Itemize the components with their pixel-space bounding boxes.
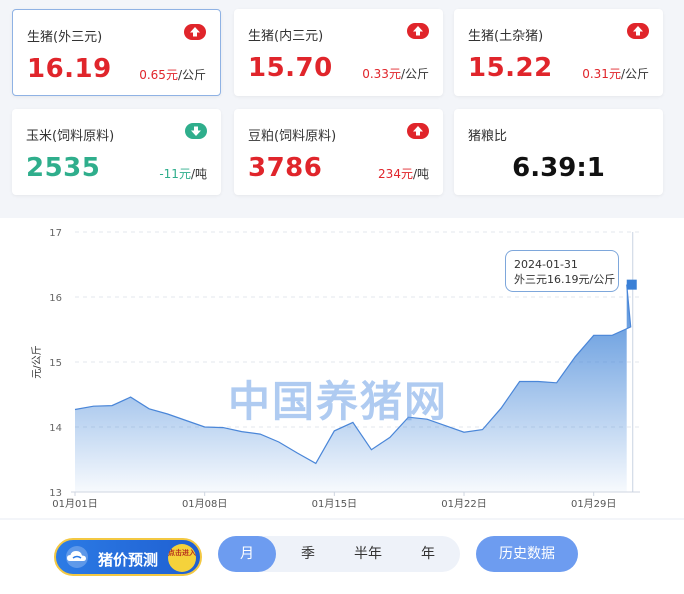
y-tick-label: 15 [49,358,62,369]
y-tick-label: 16 [49,293,62,304]
period-month[interactable]: 月 [218,536,276,572]
tooltip-value: 外三元16.19元/公斤 [514,273,616,286]
price-card-inner-three[interactable]: 生猪(内三元) 15.70 0.33元/公斤 [234,9,443,96]
period-year[interactable]: 年 [400,536,456,572]
up-arrow-icon [184,24,206,40]
card-unit: /公斤 [400,67,429,81]
y-tick-label: 13 [49,488,62,499]
x-tick-label: 01月15日 [312,498,357,510]
card-value: 16.19 [27,54,112,84]
card-name: 生猪(外三元) [27,30,103,45]
y-axis-label: 元/公斤 [31,345,43,378]
card-value: 15.70 [248,53,333,83]
tooltip-date: 2024-01-31 [514,258,578,271]
card-name: 生猪(内三元) [248,29,324,44]
period-selector: 月 季 半年 年 [218,536,460,572]
cloud-icon [62,545,92,573]
card-name: 玉米(饲料原料) [26,129,115,144]
card-name: 豆粕(饲料原料) [248,129,337,144]
chart-tooltip: 2024-01-31 外三元16.19元/公斤 [505,250,619,292]
card-name: 猪粮比 [468,129,508,144]
card-change: 234元 [378,167,413,181]
price-card-outer-three[interactable]: 生猪(外三元) 16.19 0.65元/公斤 [12,9,221,96]
x-tick-label: 01月08日 [182,498,227,510]
card-unit: /吨 [190,167,207,181]
down-arrow-icon [185,123,207,139]
card-value: 2535 [26,153,101,183]
x-tick-label: 01月29日 [571,498,616,510]
period-half-year[interactable]: 半年 [340,536,396,572]
card-change: 0.33元 [362,67,401,81]
up-arrow-icon [627,23,649,39]
period-quarter[interactable]: 季 [280,536,336,572]
up-arrow-icon [407,123,429,139]
card-value: 15.22 [468,53,553,83]
card-name: 生猪(土杂猪) [468,29,544,44]
card-unit: /公斤 [177,68,206,82]
promo-badge: 点击进入 [168,544,196,572]
card-change: -11元 [159,167,191,181]
highlight-point [626,279,637,290]
y-tick-label: 17 [49,228,62,239]
y-tick-label: 14 [49,423,62,434]
promo-label: 猪价预测 [98,551,159,569]
price-card-local-pig[interactable]: 生猪(土杂猪) 15.22 0.31元/公斤 [454,9,663,96]
history-data-button[interactable]: 历史数据 [476,536,578,572]
control-bar: 猪价预测 点击进入 月 季 半年 年 历史数据 [0,520,684,594]
card-change: 0.31元 [582,67,621,81]
card-unit: /吨 [412,167,429,181]
price-card-pig-grain-ratio[interactable]: 猪粮比 6.39:1 [454,109,663,195]
x-tick-label: 01月01日 [52,498,97,510]
card-value: 3786 [248,153,323,183]
card-unit: /公斤 [620,67,649,81]
price-forecast-button[interactable]: 猪价预测 点击进入 [54,538,202,576]
price-card-corn[interactable]: 玉米(饲料原料) 2535 -11元/吨 [12,109,221,195]
x-tick-label: 01月22日 [441,498,486,510]
price-card-soymeal[interactable]: 豆粕(饲料原料) 3786 234元/吨 [234,109,443,195]
card-value: 6.39:1 [512,153,605,183]
area-fill [75,284,631,492]
up-arrow-icon [407,23,429,39]
card-change: 0.65元 [139,68,178,82]
